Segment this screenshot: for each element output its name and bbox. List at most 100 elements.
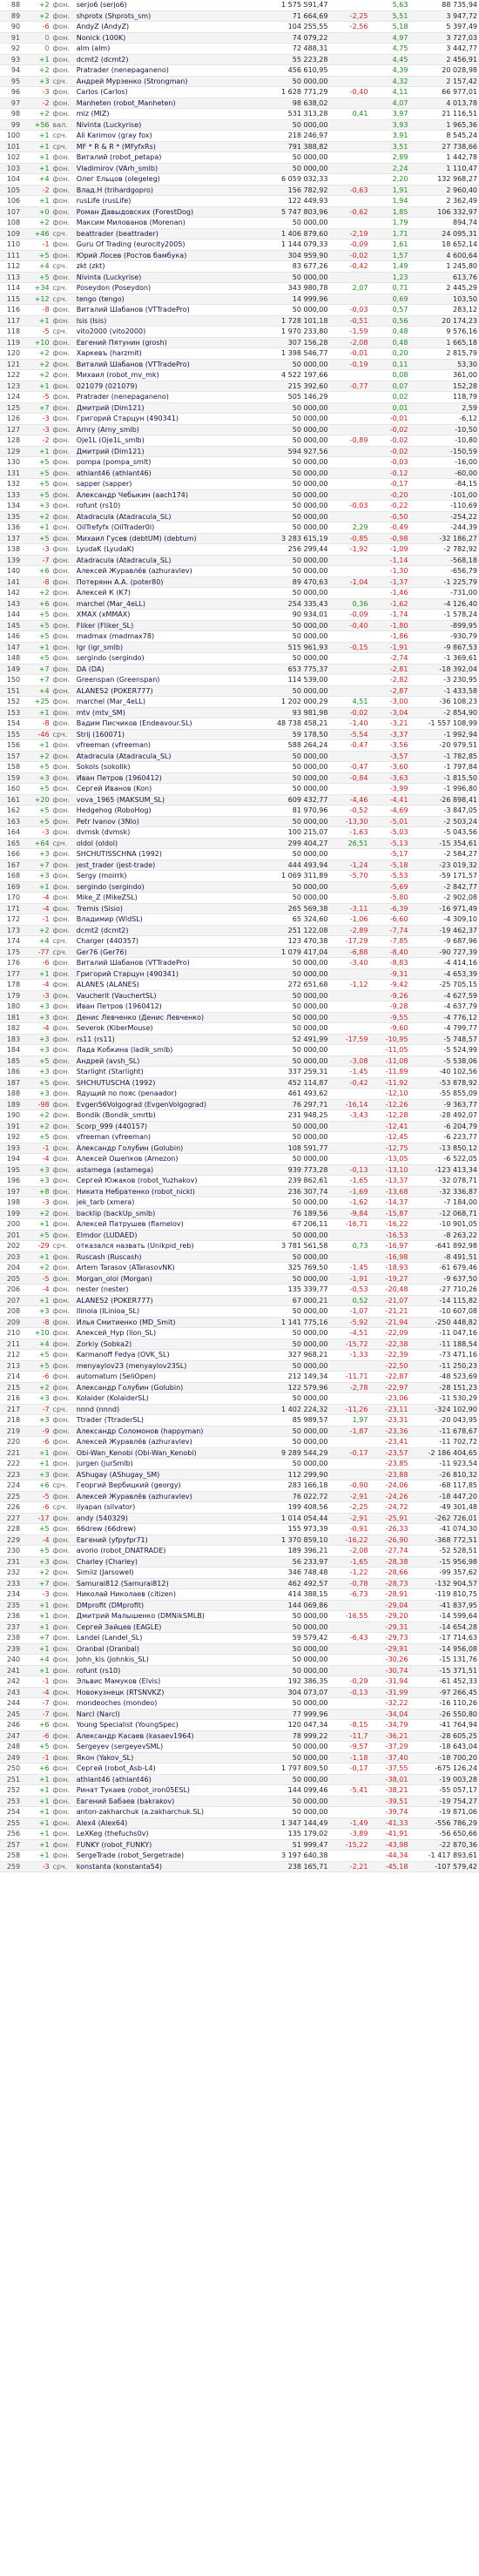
participant-name[interactable]: Samurai812 (Samurai812) bbox=[74, 1578, 252, 1589]
participant-link[interactable]: Алексей Журавлёв (azhuravlev) bbox=[77, 1438, 192, 1446]
participant-link[interactable]: Ttrader (TtraderSL) bbox=[77, 1416, 144, 1424]
participant-name[interactable]: Atadracula (Atadracula_SL) bbox=[74, 511, 252, 523]
participant-name[interactable]: SHCHUTUSCHA (1992) bbox=[74, 1077, 252, 1089]
participant-link[interactable]: mtv (mtv_SM) bbox=[77, 709, 125, 717]
participant-name[interactable]: sergindo (sergindo) bbox=[74, 881, 252, 893]
participant-link[interactable]: alm (alm) bbox=[77, 44, 111, 52]
participant-link[interactable]: ALANE52 (POKER777) bbox=[77, 687, 153, 695]
participant-name[interactable]: vfreeman (vfreeman) bbox=[74, 1131, 252, 1143]
participant-name[interactable]: Максим Милованов (Morenan) bbox=[74, 217, 252, 229]
participant-link[interactable]: oldol (oldol) bbox=[77, 840, 118, 847]
participant-name[interactable]: tengo (tengo) bbox=[74, 293, 252, 305]
participant-name[interactable]: Андрей (avsh_SL) bbox=[74, 1055, 252, 1067]
participant-link[interactable]: Сергей Иванов (Kon) bbox=[77, 785, 152, 792]
participant-link[interactable]: Bondik (Bondik_smrtb) bbox=[77, 1111, 156, 1119]
participant-link[interactable]: Samurai812 (Samurai812) bbox=[77, 1580, 169, 1588]
participant-name[interactable]: rusLife (rusLife) bbox=[74, 195, 252, 207]
participant-link[interactable]: AShugay (AShugay_SM) bbox=[77, 1471, 160, 1479]
participant-name[interactable]: serjo6 (serjo6) bbox=[74, 0, 252, 11]
participant-link[interactable]: Новокузнецк (RTSNVKZ) bbox=[77, 1689, 165, 1696]
participant-link[interactable]: John_kis (Johnkis_SL) bbox=[77, 1656, 149, 1663]
participant-link[interactable]: Алексей Журавлёв (azhuravlev) bbox=[77, 567, 192, 575]
participant-link[interactable]: Elmdor (LUDAED) bbox=[77, 1231, 138, 1239]
participant-name[interactable]: Виталий (robot_petapa) bbox=[74, 152, 252, 164]
participant-name[interactable]: Manheten (robot_Manheten) bbox=[74, 98, 252, 109]
participant-link[interactable]: Михаил (robot_mv_mk) bbox=[77, 371, 159, 379]
participant-link[interactable]: menyaylov23 (menyaylov23SL) bbox=[77, 1362, 187, 1370]
participant-name[interactable]: nnnd (nnnd) bbox=[74, 1404, 252, 1415]
participant-link[interactable]: nnnd (nnnd) bbox=[77, 1406, 119, 1413]
participant-link[interactable]: ilyapan (silvator) bbox=[77, 1503, 136, 1511]
participant-link[interactable]: Charley (Charley) bbox=[77, 1558, 138, 1566]
participant-name[interactable]: konstanta (konstanta54) bbox=[74, 1861, 252, 1872]
participant-name[interactable]: Ilinoia (ILinioa_SL) bbox=[74, 1305, 252, 1318]
participant-name[interactable]: Роман Давыдовских (ForestDog) bbox=[74, 206, 252, 218]
participant-name[interactable]: jurgen (jurSmlb) bbox=[74, 1458, 252, 1470]
participant-link[interactable]: XMAX (xMMAX) bbox=[77, 610, 131, 618]
participant-link[interactable]: Алексей_Hyp (lion_SL) bbox=[77, 1329, 156, 1337]
participant-link[interactable]: Alex4 (Alex64) bbox=[77, 1819, 127, 1827]
participant-link[interactable]: Morgan_oloi (Morgan) bbox=[77, 1275, 152, 1283]
participant-name[interactable]: jest_trader (jest-trade) bbox=[74, 860, 252, 871]
participant-link[interactable]: vfreeman (vfreeman) bbox=[77, 1133, 151, 1141]
participant-link[interactable]: Григорий Старцун (490341) bbox=[77, 970, 179, 978]
participant-name[interactable]: Young Specialist (YoungSpec) bbox=[74, 1719, 252, 1731]
participant-link[interactable]: Сергей Южаков (robot_Yuzhakov) bbox=[77, 1177, 198, 1184]
participant-link[interactable]: SHCHUTUSCHA (1992) bbox=[77, 1079, 156, 1087]
participant-link[interactable]: Kolaider (KolaiderSL) bbox=[77, 1394, 149, 1402]
participant-link[interactable]: athlant46 (athlant46) bbox=[77, 1776, 152, 1784]
participant-link[interactable]: Narcl (Narcl) bbox=[77, 1710, 120, 1718]
participant-name[interactable]: Юрий Лосев (Ростов бамбука) bbox=[74, 250, 252, 261]
participant-link[interactable]: Pratrader (nenepaganeno) bbox=[77, 66, 169, 74]
participant-name[interactable]: SHCHUTISSCHNA (1992) bbox=[74, 848, 252, 860]
participant-name[interactable]: vito2000 (vito2000) bbox=[74, 326, 252, 338]
participant-name[interactable]: Ttrader (TtraderSL) bbox=[74, 1414, 252, 1426]
participant-name[interactable]: vova_1965 (MAKSUM_SL) bbox=[74, 794, 252, 806]
participant-name[interactable]: sapper (sapper) bbox=[74, 478, 252, 490]
participant-name[interactable]: Виталий Шабанов (VTTradePro) bbox=[74, 359, 252, 370]
participant-name[interactable]: AndyZ (AndyZ) bbox=[74, 21, 252, 33]
participant-link[interactable]: Никита Небратенко (robot_nickl) bbox=[77, 1188, 195, 1196]
participant-link[interactable]: Александр Голубин (Golubin) bbox=[77, 1144, 184, 1152]
participant-name[interactable]: Karmanoff Fedya (OVK_SL) bbox=[74, 1349, 252, 1361]
participant-link[interactable]: Ядущий по пояс (penaador) bbox=[77, 1089, 177, 1097]
participant-link[interactable]: Starlight (Starlight) bbox=[77, 1068, 144, 1076]
participant-link[interactable]: shprotx (Shprots_sm) bbox=[77, 12, 151, 20]
participant-link[interactable]: Евгений (yfpyfpr71) bbox=[77, 1536, 148, 1544]
participant-name[interactable]: mtv (mtv_SM) bbox=[74, 707, 252, 718]
participant-link[interactable]: jek_tarb (xmera) bbox=[77, 1198, 135, 1206]
participant-name[interactable]: Hedgehog (RoboHog) bbox=[74, 805, 252, 817]
participant-name[interactable]: Ali Karimov (gray fox) bbox=[74, 130, 252, 142]
participant-link[interactable]: 66drew (66drew) bbox=[77, 1525, 136, 1533]
participant-name[interactable]: Ядущий по пояс (penaador) bbox=[74, 1088, 252, 1100]
participant-name[interactable]: alm (alm) bbox=[74, 43, 252, 55]
participant-name[interactable]: Narcl (Narcl) bbox=[74, 1709, 252, 1720]
participant-link[interactable]: Роман Давыдовских (ForestDog) bbox=[77, 208, 193, 216]
participant-name[interactable]: Nonick (100K) bbox=[74, 32, 252, 44]
participant-name[interactable]: Сергей Зайцев (EAGLE) bbox=[74, 1622, 252, 1633]
participant-name[interactable]: Poseydon (Poseydon) bbox=[74, 282, 252, 294]
participant-name[interactable]: dcmt2 (dcmt2) bbox=[74, 54, 252, 65]
participant-name[interactable]: Sergeyev (sergeyevSML) bbox=[74, 1741, 252, 1753]
participant-name[interactable]: Григорий Старцун (490341) bbox=[74, 968, 252, 980]
participant-name[interactable]: Greenspan (Greenspan) bbox=[74, 674, 252, 686]
participant-link[interactable]: pompa (pompa_smlt) bbox=[77, 458, 152, 466]
participant-link[interactable]: Евгений Бабаев (bakrakov) bbox=[77, 1797, 175, 1805]
participant-name[interactable]: Vladimirov (VArh_smlb) bbox=[74, 163, 252, 174]
participant-link[interactable]: Carlos (Carlos) bbox=[77, 88, 128, 96]
participant-link[interactable]: ALANE52 (POKER777) bbox=[77, 1297, 153, 1305]
participant-name[interactable]: Bondik (Bondik_smrtb) bbox=[74, 1109, 252, 1122]
participant-name[interactable]: ALANES (ALANES) bbox=[74, 979, 252, 991]
participant-link[interactable]: Ринат Тукаев (robot_iron05ESL) bbox=[77, 1786, 190, 1794]
participant-name[interactable]: MF * R & R * (MFyfxRs) bbox=[74, 141, 252, 152]
participant-link[interactable]: SergeTrade (robot_Sergetrade) bbox=[77, 1851, 184, 1859]
participant-name[interactable]: marchel (Mar_4eLL) bbox=[74, 696, 252, 708]
participant-name[interactable]: Алексей Патрушев (flamelov) bbox=[74, 1218, 252, 1231]
participant-link[interactable]: Guru Of Trading (eurocity2005) bbox=[77, 240, 186, 248]
participant-link[interactable]: Александр Чебыкин (aach174) bbox=[77, 491, 188, 499]
participant-name[interactable]: Obi-Wan_Kenobi (Obi-Wan_Kenobi) bbox=[74, 1447, 252, 1459]
participant-link[interactable]: Atadracula (Atadracula_SL) bbox=[77, 752, 172, 760]
participant-link[interactable]: Виталий Шабанов (VTTradePro) bbox=[77, 306, 190, 314]
participant-name[interactable]: mondeoches (mondeo) bbox=[74, 1697, 252, 1709]
participant-link[interactable]: Евгений Пятунин (grosh) bbox=[77, 339, 167, 347]
